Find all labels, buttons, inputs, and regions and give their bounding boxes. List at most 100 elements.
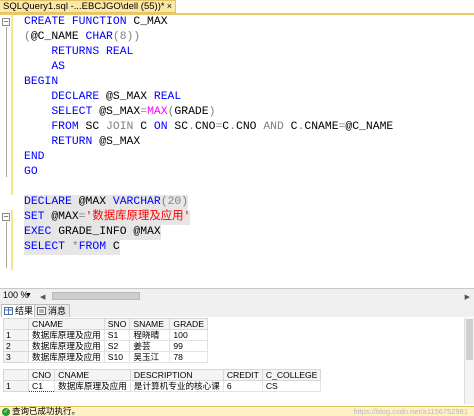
column-header[interactable]: SNO xyxy=(103,318,131,330)
row-number[interactable]: 2 xyxy=(3,340,29,352)
column-header[interactable]: SNAME xyxy=(129,318,171,330)
code-token: ) xyxy=(208,106,216,118)
code-line[interactable]: CREATE FUNCTION C_MAX xyxy=(24,15,168,30)
code-token: SELECT xyxy=(24,106,100,118)
code-line[interactable]: DECLARE @MAX VARCHAR(20) xyxy=(24,195,189,210)
scrollbar-thumb[interactable] xyxy=(52,292,140,300)
query-document-tab[interactable]: SQLQuery1.sql -...EBCJGO\dell (55))* × xyxy=(0,0,176,13)
grid-cell[interactable]: 吴玉江 xyxy=(129,351,171,363)
column-header[interactable]: CNAME xyxy=(54,369,131,381)
grid-cell[interactable]: C1 xyxy=(27,380,56,392)
code-token: @S_MAX xyxy=(99,106,141,118)
column-header[interactable] xyxy=(3,369,29,381)
code-line[interactable]: END xyxy=(24,150,45,165)
row-number[interactable]: 1 xyxy=(3,380,29,392)
code-token: DECLARE xyxy=(24,91,107,103)
result-tabs: 结果 消息 xyxy=(0,303,474,317)
results-pane: CNAME SNO SNAME GRADE 1 数据库原理及应用 S1 程晓晴 100 2 数据库原… xyxy=(0,317,474,406)
horizontal-scrollbar[interactable]: ◀ ▶ xyxy=(40,291,474,301)
collapse-region-icon[interactable]: − xyxy=(2,18,10,26)
grid-header-row: CNO CNAME DESCRIPTION CREDIT C_COLLEGE xyxy=(3,369,322,381)
column-header[interactable]: CREDIT xyxy=(222,369,263,381)
scrollbar-thumb[interactable] xyxy=(466,319,473,360)
code-line[interactable]: SELECT *FROM C xyxy=(24,240,120,255)
row-number[interactable]: 3 xyxy=(3,351,29,363)
code-token: ( xyxy=(24,31,31,43)
code-token: CNAME xyxy=(304,121,339,133)
code-token: . xyxy=(188,121,195,133)
table-row[interactable]: 2 数据库原理及应用 S2 姜芸 99 xyxy=(3,340,208,352)
grid-header-row: CNAME SNO SNAME GRADE xyxy=(3,318,208,330)
code-token: * xyxy=(71,241,79,253)
grid-cell[interactable]: 78 xyxy=(169,351,208,363)
code-token: ON xyxy=(153,121,175,133)
code-line[interactable]: AS xyxy=(24,60,65,75)
grid-cell[interactable]: 姜芸 xyxy=(129,340,171,352)
column-header[interactable]: DESCRIPTION xyxy=(129,369,224,381)
grid-cell[interactable]: S1 xyxy=(103,329,131,341)
code-line[interactable]: SET @MAX='数据库原理及应用' xyxy=(24,210,191,225)
code-line[interactable]: RETURN @S_MAX xyxy=(24,135,140,150)
table-row[interactable]: 1 C1 数据库原理及应用 是计算机专业的核心课 6 CS xyxy=(3,380,322,392)
code-token: FROM xyxy=(78,241,113,253)
tab-messages[interactable]: 消息 xyxy=(34,304,71,317)
column-header[interactable]: C_COLLEGE xyxy=(261,369,322,381)
column-header[interactable] xyxy=(3,318,29,330)
column-header[interactable]: GRADE xyxy=(169,318,208,330)
code-line[interactable]: BEGIN xyxy=(24,75,58,90)
grid-cell[interactable]: 程晓晴 xyxy=(129,329,171,341)
code-token: GRADE xyxy=(174,106,209,118)
code-line[interactable]: EXEC GRADE_INFO @MAX xyxy=(24,225,161,240)
code-line[interactable]: SELECT @S_MAX=MAX(GRADE) xyxy=(24,105,215,120)
changed-lines-marker xyxy=(11,210,13,270)
code-line[interactable]: GO xyxy=(24,165,38,180)
code-token: '数据库原理及应用' xyxy=(85,211,191,223)
result-grid-grade-info[interactable]: CNAME SNO SNAME GRADE 1 数据库原理及应用 S1 程晓晴 100 2 数据库原… xyxy=(3,318,208,363)
grid-cell[interactable]: 数据库原理及应用 xyxy=(28,329,105,341)
column-header[interactable]: CNAME xyxy=(28,318,105,330)
zoom-dropdown-icon[interactable]: ▼ xyxy=(25,289,32,302)
success-check-icon: ✓ xyxy=(2,408,10,416)
code-line[interactable]: RETURNS REAL xyxy=(24,45,133,60)
grid-cell[interactable]: 数据库原理及应用 xyxy=(28,351,105,363)
code-line[interactable]: FROM SC JOIN C ON SC.CNO=C.CNO AND C.CNA… xyxy=(24,120,393,135)
grid-cell[interactable]: 6 xyxy=(222,380,263,392)
code-token: CREATE FUNCTION xyxy=(24,16,134,28)
column-header[interactable]: CNO xyxy=(27,369,56,381)
grid-cell[interactable]: S10 xyxy=(103,351,131,363)
row-number[interactable]: 1 xyxy=(3,329,29,341)
grid-cell[interactable]: CS xyxy=(261,380,322,392)
code-token: C xyxy=(112,241,120,253)
table-row[interactable]: 1 数据库原理及应用 S1 程晓晴 100 xyxy=(3,329,208,341)
close-tab-icon[interactable]: × xyxy=(167,1,172,12)
grid-cell[interactable]: S2 xyxy=(103,340,131,352)
code-token: EXEC xyxy=(24,226,59,238)
code-token: CNO xyxy=(235,121,264,133)
status-bar: ✓ 查询已成功执行。 https://blog.csdn.net/a115675… xyxy=(0,406,474,416)
fold-guide xyxy=(6,27,7,177)
grid-cell[interactable]: 数据库原理及应用 xyxy=(28,340,105,352)
code-token: JOIN xyxy=(106,121,141,133)
sql-editor[interactable]: − − CREATE FUNCTION C_MAX (@C_NAME CHAR(8… xyxy=(0,15,474,288)
code-token: MAX xyxy=(147,106,168,118)
vertical-scrollbar[interactable] xyxy=(464,318,474,404)
code-token: GO xyxy=(24,166,38,178)
result-grid-courses[interactable]: CNO CNAME DESCRIPTION CREDIT C_COLLEGE 1 C1 数据库… xyxy=(3,369,322,392)
code-token: CHAR xyxy=(85,31,113,43)
document-tab-bar: SQLQuery1.sql -...EBCJGO\dell (55))* × xyxy=(0,0,474,13)
code-line[interactable]: (@C_NAME CHAR(8)) xyxy=(24,30,140,45)
tab-results[interactable]: 结果 xyxy=(1,304,38,317)
code-token: VARCHAR xyxy=(112,196,161,208)
code-token: BEGIN xyxy=(24,76,59,88)
collapse-region-icon[interactable]: − xyxy=(2,213,10,221)
table-row[interactable]: 3 数据库原理及应用 S10 吴玉江 78 xyxy=(3,351,208,363)
grid-cell[interactable]: 是计算机专业的核心课 xyxy=(129,380,224,392)
grid-cell[interactable]: 数据库原理及应用 xyxy=(54,380,131,392)
grid-cell[interactable]: 100 xyxy=(169,329,208,341)
watermark-text: https://blog.csdn.net/a1156752961 xyxy=(353,407,468,416)
code-token: GRADE_INFO xyxy=(58,226,134,238)
grid-cell[interactable]: 99 xyxy=(169,340,208,352)
code-token: @MAX xyxy=(78,196,113,208)
code-line[interactable]: DECLARE @S_MAX REAL xyxy=(24,90,181,105)
code-token: @C_NAME xyxy=(30,31,86,43)
